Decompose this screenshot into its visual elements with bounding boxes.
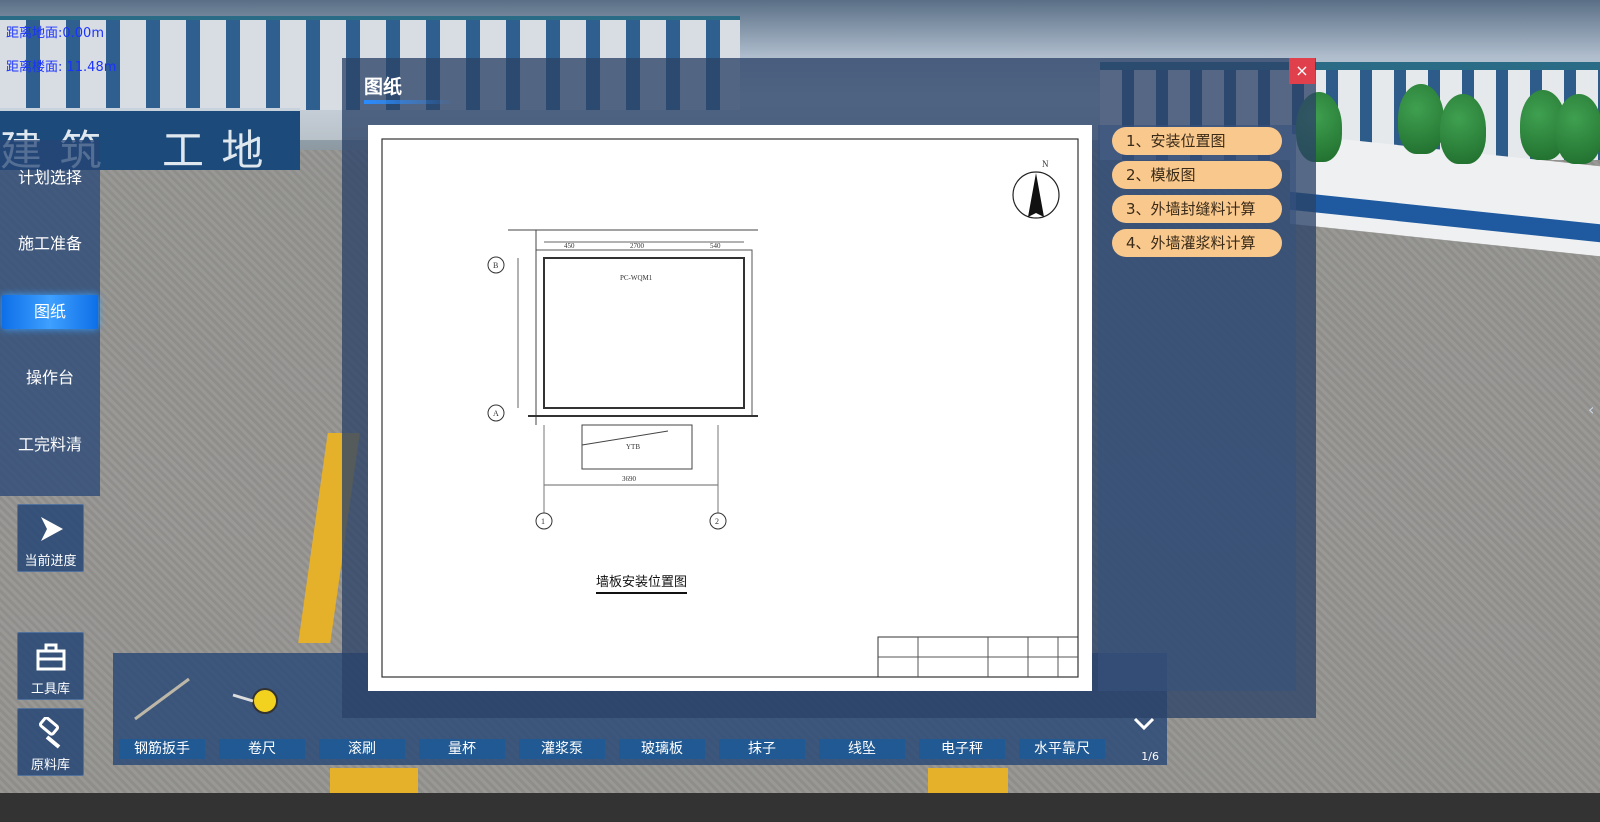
distance-to-ground: 距离地面:0.00m [6, 26, 104, 41]
bottom-strip [0, 793, 1600, 822]
dim-top-right: 540 [710, 242, 721, 250]
dim-top-mid: 2700 [630, 242, 645, 250]
tool-label: 水平靠尺 [1019, 739, 1105, 759]
nav-item-plan-select[interactable]: 计划选择 [0, 161, 100, 195]
floor-plan-drawing: 450 2700 540 3690 PC-WQM1 YTB N B A 1 2 [381, 138, 1079, 678]
chevron-left-icon[interactable]: ‹ [1588, 400, 1594, 419]
toolbox-label: 工具库 [30, 682, 70, 697]
toolbox-icon [36, 643, 66, 671]
axis-a-label: A [493, 409, 499, 418]
close-button[interactable]: × [1289, 58, 1315, 84]
tool-label: 钢筋扳手 [119, 739, 205, 759]
tree [1440, 94, 1486, 164]
drawing-caption: 墙板安装位置图 [596, 571, 688, 594]
drawing-item-grout-calc[interactable]: 4、外墙灌浆料计算 [1112, 229, 1282, 257]
arrow-right-icon [41, 517, 63, 541]
modal-title: 图纸 [364, 76, 403, 98]
tool-label: 抹子 [719, 739, 805, 759]
label-wall-top: PC-WQM1 [620, 274, 653, 282]
tape-measure-icon [232, 688, 278, 714]
drawing-item-template[interactable]: 2、模板图 [1112, 161, 1282, 189]
banner-text-right: 工 地 [162, 126, 266, 175]
axis-b-label: B [493, 261, 498, 270]
title-underline [364, 100, 454, 104]
dim-bottom: 3690 [622, 475, 637, 483]
distance-to-floor: 距离楼面: 11.48m [6, 60, 117, 75]
wrench-icon [134, 677, 190, 721]
dim-top-left: 450 [564, 242, 575, 250]
label-pit: YTB [626, 443, 640, 451]
left-nav: 计划选择 施工准备 图纸 操作台 工完料清 [0, 140, 100, 496]
tree [1556, 94, 1600, 164]
tool-label: 滚刷 [319, 739, 405, 759]
drawing-viewer[interactable]: 450 2700 540 3690 PC-WQM1 YTB N B A 1 2 … [368, 125, 1092, 691]
drawing-item-sealant-calc[interactable]: 3、外墙封缝料计算 [1112, 195, 1282, 223]
toolbox-button[interactable]: 工具库 [17, 632, 84, 700]
current-progress-button[interactable]: 当前进度 [17, 504, 84, 572]
materials-label: 原料库 [30, 758, 70, 773]
toolbar-page-indicator: 1/6 [1141, 750, 1159, 763]
tool-label: 线坠 [819, 739, 905, 759]
drawing-list-panel: 1、安装位置图 2、模板图 3、外墙封缝料计算 4、外墙灌浆料计算 [1098, 125, 1296, 691]
north-label: N [1042, 159, 1049, 169]
tool-label: 量杯 [419, 739, 505, 759]
paint-roller-icon [38, 717, 61, 749]
axis-2-label: 2 [715, 517, 719, 526]
nav-item-cleanup[interactable]: 工完料清 [0, 428, 100, 462]
nav-item-drawings[interactable]: 图纸 [2, 295, 98, 329]
nav-item-construction-prep[interactable]: 施工准备 [0, 227, 100, 261]
materials-button[interactable]: 原料库 [17, 708, 84, 776]
drawing-item-install-position[interactable]: 1、安装位置图 [1112, 127, 1282, 155]
tool-label: 电子秤 [919, 739, 1005, 759]
tool-label: 卷尺 [219, 739, 305, 759]
nav-item-console[interactable]: 操作台 [0, 361, 100, 395]
axis-1-label: 1 [541, 517, 545, 526]
tool-label: 玻璃板 [619, 739, 705, 759]
tool-label: 灌浆泵 [519, 739, 605, 759]
current-progress-label: 当前进度 [24, 554, 77, 569]
tool-rebar-wrench[interactable]: 钢筋扳手 [119, 661, 205, 759]
tree [1398, 84, 1444, 154]
tool-tape-measure[interactable]: 卷尺 [219, 661, 305, 759]
